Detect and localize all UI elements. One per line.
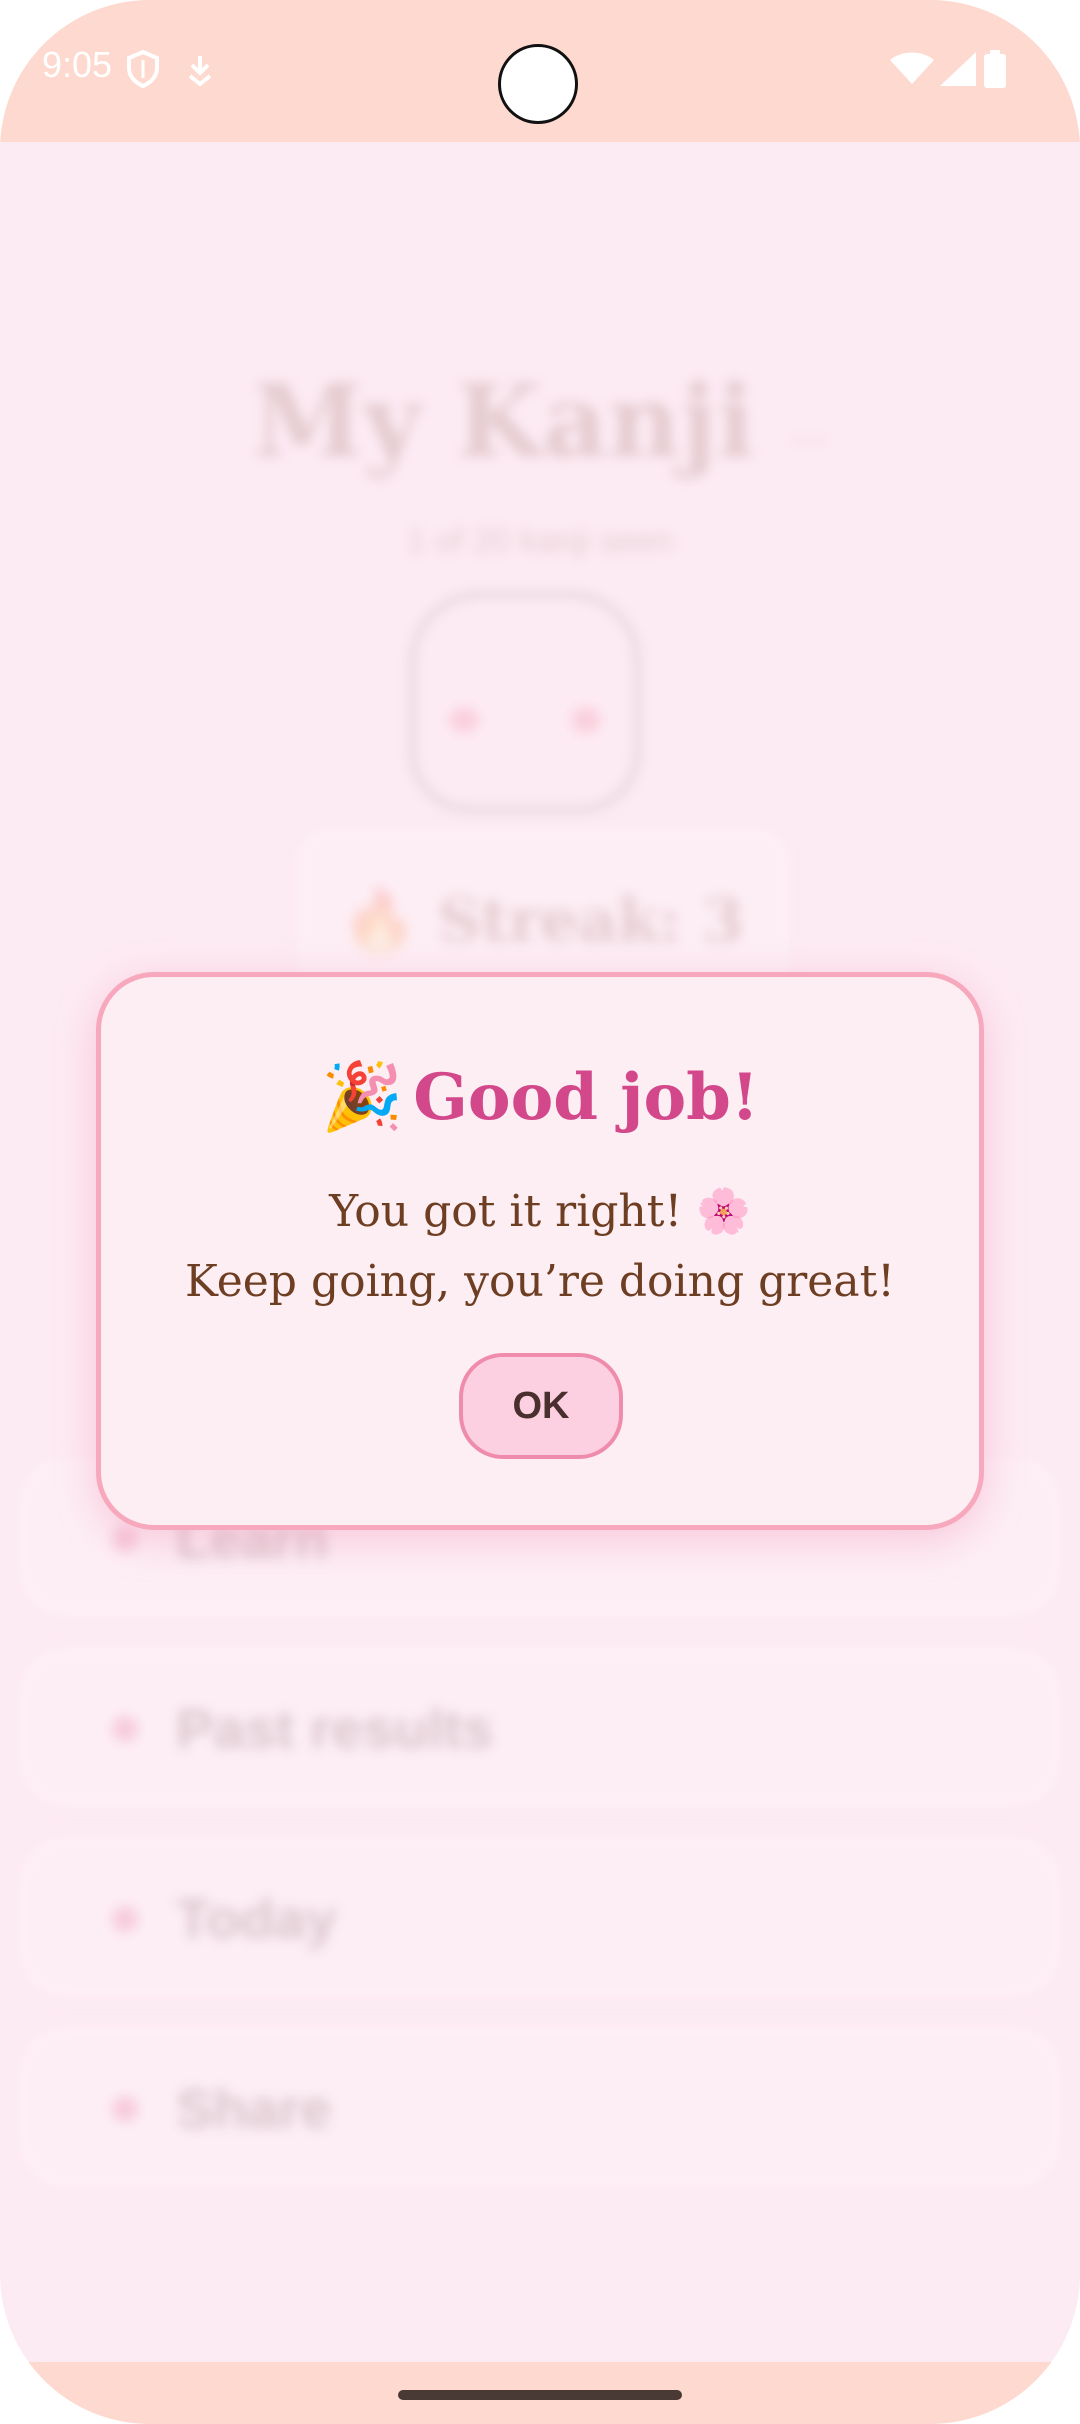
front-camera [498, 44, 578, 124]
party-popper-icon: 🎉 [321, 1057, 404, 1135]
navigation-bar [0, 2362, 1080, 2424]
dialog-title-text: Good job! [413, 1060, 759, 1135]
status-bar: 9:05 [0, 0, 1080, 142]
dialog-message: You got it right! 🌸 Keep going, you’re d… [101, 1177, 979, 1317]
dialog-title: 🎉 Good job! [101, 1057, 979, 1136]
download-icon [186, 54, 214, 92]
success-dialog: 🎉 Good job! You got it right! 🌸 Keep goin… [96, 972, 984, 1530]
signal-icon [940, 52, 976, 90]
shield-icon [126, 49, 160, 92]
home-indicator[interactable] [398, 2390, 682, 2400]
battery-icon [984, 50, 1006, 92]
wifi-icon [890, 52, 934, 88]
phone-screen: 9:05 My Kanji ... 1 of 20 kanji seen 🔥 S… [0, 0, 1080, 2424]
dialog-message-line-1: You got it right! 🌸 [329, 1186, 751, 1237]
ok-button[interactable]: OK [459, 1353, 623, 1459]
status-time: 9:05 [42, 44, 113, 85]
dialog-message-line-2: Keep going, you’re doing great! [185, 1256, 895, 1307]
